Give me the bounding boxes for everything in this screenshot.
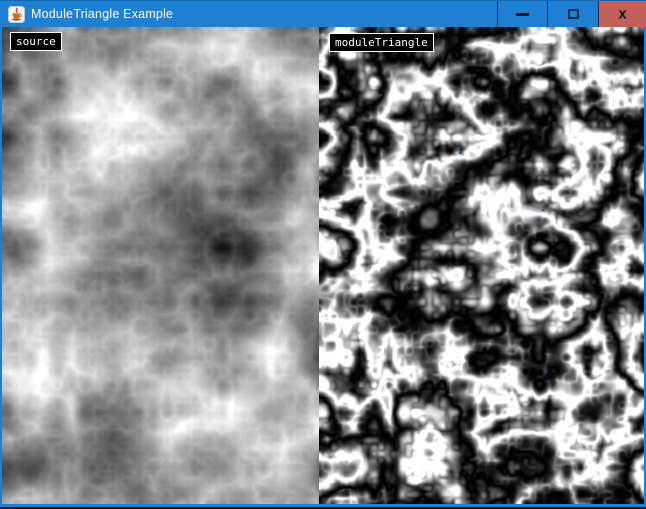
source-label: source <box>10 32 62 51</box>
java-coffee-cup-icon <box>8 6 25 23</box>
maximize-icon <box>568 9 579 19</box>
titlebar[interactable]: ModuleTriangle Example x <box>0 0 646 27</box>
maximize-button[interactable] <box>547 1 598 27</box>
app-window: ModuleTriangle Example x source moduleTr… <box>0 0 646 509</box>
window-controls: x <box>497 1 646 27</box>
window-title: ModuleTriangle Example <box>31 7 173 21</box>
source-noise-canvas <box>2 27 319 504</box>
close-icon: x <box>618 7 627 21</box>
panel-module-triangle: moduleTriangle <box>319 27 644 504</box>
minimize-icon <box>516 13 529 16</box>
module-triangle-canvas <box>319 27 644 504</box>
close-button[interactable]: x <box>598 1 646 27</box>
module-triangle-label: moduleTriangle <box>329 33 434 52</box>
render-area: source moduleTriangle <box>0 27 646 507</box>
panel-source: source <box>2 27 319 504</box>
minimize-button[interactable] <box>497 1 547 27</box>
